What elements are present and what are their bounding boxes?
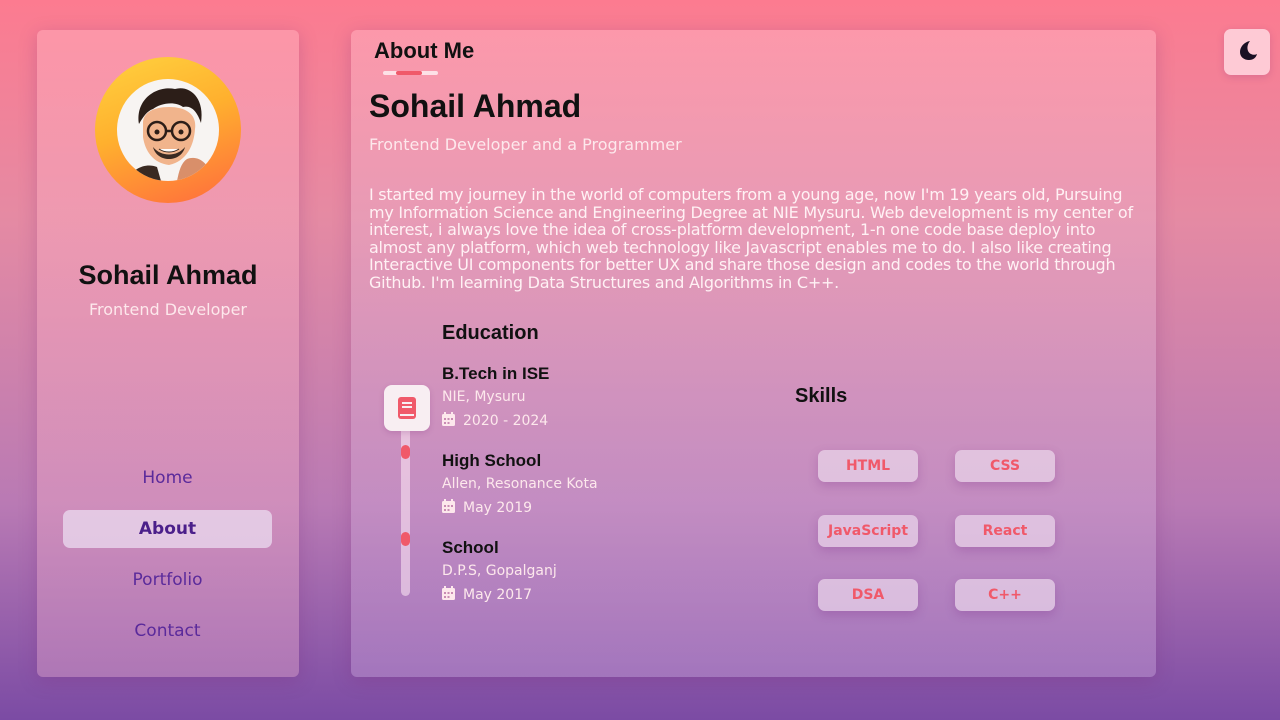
calendar-icon [442, 499, 455, 517]
about-subtitle: Frontend Developer and a Programmer [369, 135, 682, 154]
theme-toggle-button[interactable] [1224, 29, 1270, 75]
timeline-dot [401, 532, 410, 546]
education-place: D.P.S, Gopalganj [442, 563, 557, 579]
education-item: School D.P.S, Gopalganj May 2017 [442, 538, 557, 604]
side-nav: Home About Portfolio Contact [63, 459, 272, 663]
profile-sidebar: Sohail Ahmad Frontend Developer Home Abo… [37, 30, 299, 677]
nav-item-home[interactable]: Home [63, 459, 272, 497]
education-date-row: May 2017 [442, 586, 557, 604]
skill-chip-javascript[interactable]: JavaScript [818, 515, 918, 547]
education-degree: High School [442, 451, 542, 470]
skill-chip-css[interactable]: CSS [955, 450, 1055, 482]
timeline-dot [401, 445, 410, 459]
skills-title: Skills [795, 385, 848, 407]
skill-chip-dsa[interactable]: DSA [818, 579, 918, 611]
education-date: May 2017 [463, 587, 533, 603]
education-degree: School [442, 538, 499, 557]
education-degree: B.Tech in ISE [442, 364, 550, 383]
calendar-icon [442, 586, 455, 604]
section-title: About Me [374, 38, 475, 63]
education-date-row: 2020 - 2024 [442, 412, 549, 430]
education-date: 2020 - 2024 [463, 413, 549, 429]
nav-item-about[interactable]: About [63, 510, 272, 548]
education-item: High School Allen, Resonance Kota May 20… [442, 451, 598, 517]
education-place: NIE, Mysuru [442, 389, 526, 405]
avatar-illustration [117, 79, 219, 181]
moon-icon [1236, 39, 1258, 65]
education-title: Education [442, 322, 539, 344]
education-date-row: May 2019 [442, 499, 598, 517]
profile-role: Frontend Developer [89, 300, 247, 319]
skill-chip-cpp[interactable]: C++ [955, 579, 1055, 611]
nav-item-contact[interactable]: Contact [63, 612, 272, 650]
avatar [95, 57, 241, 203]
nav-item-portfolio[interactable]: Portfolio [63, 561, 272, 599]
skill-chip-html[interactable]: HTML [818, 450, 918, 482]
title-underline-accent [396, 71, 422, 75]
book-icon [384, 385, 430, 431]
education-item: B.Tech in ISE NIE, Mysuru 2020 - 2024 [442, 364, 549, 430]
calendar-icon [442, 412, 455, 430]
education-date: May 2019 [463, 500, 533, 516]
about-name: Sohail Ahmad [369, 88, 582, 124]
skill-chip-react[interactable]: React [955, 515, 1055, 547]
education-place: Allen, Resonance Kota [442, 476, 598, 492]
about-bio: I started my journey in the world of com… [369, 185, 1133, 292]
about-panel: About Me Sohail Ahmad Frontend Developer… [351, 30, 1156, 677]
profile-name: Sohail Ahmad [78, 260, 258, 290]
